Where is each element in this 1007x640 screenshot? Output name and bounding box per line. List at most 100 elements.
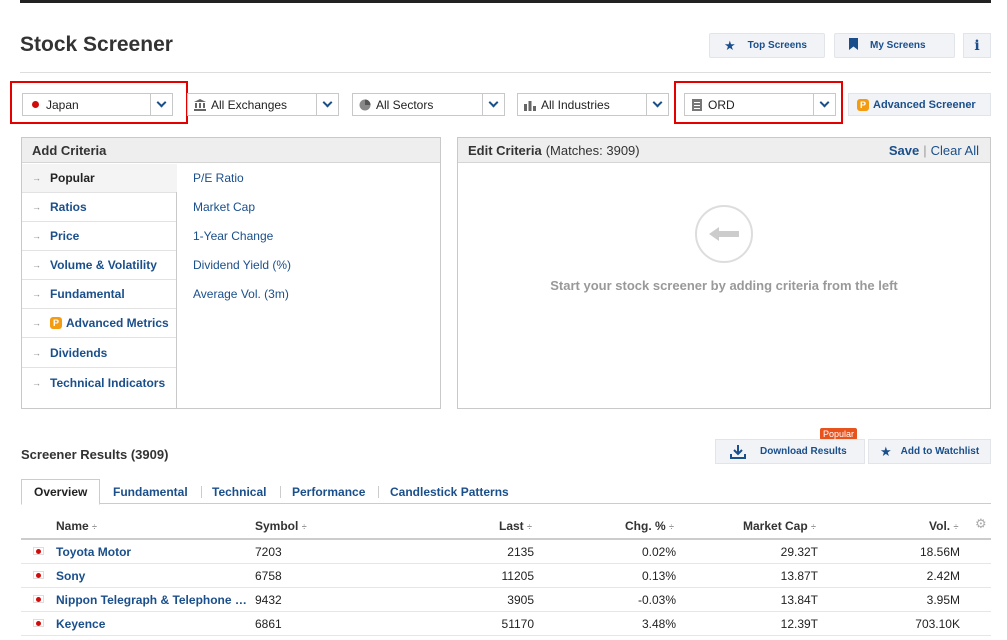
flag-japan-icon [33,619,44,627]
my-screens-label: My Screens [870,40,926,51]
criterion-market-cap[interactable]: Market Cap [193,200,255,214]
advanced-screener-label: Advanced Screener [873,98,976,111]
arrow-icon: → [32,289,41,299]
table-row[interactable]: Toyota Motor 7203 2135 0.02% 29.32T 18.5… [21,540,991,564]
settings-icon[interactable]: ⚙ [975,516,987,532]
exchange-select[interactable]: All Exchanges [187,93,339,116]
highlight-box-country [10,81,188,124]
exchange-value: All Exchanges [211,97,288,112]
category-label: Price [50,229,80,243]
bar-chart-icon [524,99,536,111]
stock-volume: 703.10K [915,617,960,631]
sort-icon: ÷ [301,522,307,532]
stock-symbol: 9432 [255,593,282,607]
arrow-icon: → [32,348,41,358]
arrow-icon: → [32,377,41,388]
category-volume-volatility[interactable]: → Volume & Volatility [22,251,177,280]
sort-icon: ÷ [953,522,959,532]
tab-technical[interactable]: Technical [212,479,266,504]
column-header-change[interactable]: Chg. % ÷ [625,519,674,533]
column-header-symbol[interactable]: Symbol ÷ [255,519,307,533]
top-screens-label: Top Screens [747,40,807,51]
stock-symbol: 7203 [255,545,282,559]
bank-icon [194,98,206,111]
arrow-icon: → [32,260,41,270]
premium-p-icon: P [857,98,869,111]
criterion-pe-ratio[interactable]: P/E Ratio [193,171,244,185]
add-to-watchlist-label: Add to Watchlist [900,446,980,457]
category-label: Advanced Metrics [66,316,169,330]
info-icon[interactable]: i [963,33,991,58]
stock-market-cap: 29.32T [780,545,818,559]
category-dividends[interactable]: → Dividends [22,339,177,368]
stock-name[interactable]: Nippon Telegraph & Telephone Corp [56,593,248,607]
category-label: Volume & Volatility [50,258,157,272]
stock-last: 3905 [507,593,534,607]
industry-value: All Industries [541,97,610,112]
column-header-market-cap[interactable]: Market Cap ÷ [743,519,816,533]
table-row[interactable]: Keyence 6861 51170 3.48% 12.39T 703.10K [21,612,991,636]
category-fundamental[interactable]: → Fundamental [22,280,177,309]
criterion-1-year-change[interactable]: 1-Year Change [193,229,273,243]
table-row[interactable]: Nippon Telegraph & Telephone Corp 9432 3… [21,588,991,612]
industry-select[interactable]: All Industries [517,93,669,116]
pie-chart-icon [359,99,371,111]
back-arrow-icon [695,205,753,263]
save-link[interactable]: Save [889,143,919,158]
flag-japan-icon [33,571,44,579]
chevron-down-icon [316,94,338,115]
my-screens-button[interactable]: My Screens [834,33,955,58]
star-icon: ★ [880,443,892,459]
stock-change: -0.03% [637,593,676,607]
sector-select[interactable]: All Sectors [352,93,505,116]
clear-all-link[interactable]: Clear All [931,143,979,158]
add-criteria-title: Add Criteria [22,138,440,163]
advanced-screener-button[interactable]: P Advanced Screener [848,93,991,116]
stock-last: 11205 [501,569,534,583]
criterion-dividend-yield[interactable]: Dividend Yield (%) [193,258,291,272]
column-header-name[interactable]: Name ÷ [56,519,97,533]
category-label: Technical Indicators [50,375,166,390]
sector-value: All Sectors [376,97,434,112]
category-ratios[interactable]: → Ratios [22,193,177,222]
results-tabs: Overview Fundamental Technical Performan… [21,479,991,505]
tab-separator [280,486,281,498]
download-icon [730,444,746,459]
arrow-icon: → [32,318,41,328]
stock-market-cap: 13.87T [780,569,818,583]
top-screens-button[interactable]: ★ Top Screens [709,33,825,58]
category-technical-indicators[interactable]: → Technical Indicators [22,368,177,397]
arrow-icon: → [32,202,41,212]
stock-name[interactable]: Toyota Motor [56,545,248,559]
stock-change: 3.48% [641,617,676,631]
add-to-watchlist-button[interactable]: ★ Add to Watchlist [868,439,991,464]
matches-count: (Matches: 3909) [545,142,640,158]
stock-name[interactable]: Sony [56,569,248,583]
category-label: Popular [50,171,95,185]
category-advanced-metrics[interactable]: → P Advanced Metrics [22,309,177,338]
column-header-volume[interactable]: Vol. ÷ [929,519,958,533]
download-results-button[interactable]: Download Results [715,439,865,464]
tab-performance[interactable]: Performance [292,479,365,504]
empty-state-hint: Start your stock screener by adding crit… [550,278,898,293]
stock-market-cap: 12.39T [780,617,818,631]
tab-candlestick-patterns[interactable]: Candlestick Patterns [390,479,509,504]
stock-name[interactable]: Keyence [56,617,248,631]
edit-criteria-panel: Edit Criteria (Matches: 3909) Save | Cle… [457,137,991,409]
stock-volume: 2.42M [926,569,960,583]
tab-overview[interactable]: Overview [21,479,101,505]
tab-fundamental[interactable]: Fundamental [113,479,188,504]
arrow-icon: → [32,231,41,241]
star-icon: ★ [724,37,736,53]
chevron-down-icon [482,94,504,115]
criterion-average-volume[interactable]: Average Vol. (3m) [193,287,289,301]
category-popular[interactable]: → Popular [22,164,177,193]
table-row[interactable]: Sony 6758 11205 0.13% 13.87T 2.42M [21,564,991,588]
premium-p-icon: P [50,317,62,329]
tab-separator [378,486,379,498]
category-price[interactable]: → Price [22,222,177,251]
stock-change: 0.13% [641,569,676,583]
download-results-label: Download Results [760,446,847,457]
column-header-last[interactable]: Last ÷ [499,519,532,533]
stock-volume: 18.56M [919,545,960,559]
